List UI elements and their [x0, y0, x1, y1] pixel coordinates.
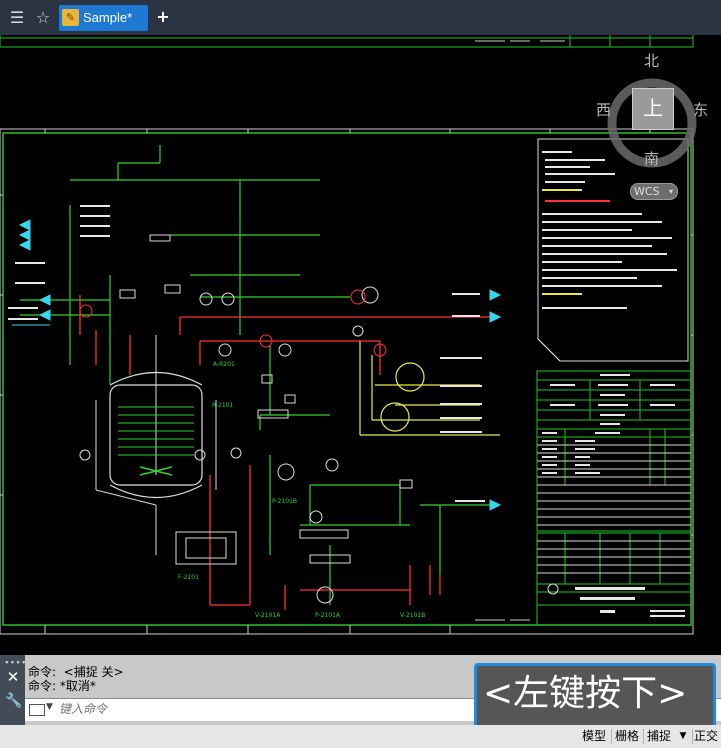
viewcube-west[interactable]: 西	[596, 99, 611, 120]
model-button[interactable]: 模型	[578, 725, 610, 748]
command-history-line: 命令: *取消*	[28, 679, 96, 693]
command-prompt-icon[interactable]	[29, 704, 45, 716]
close-icon[interactable]: ✕	[6, 669, 20, 685]
drawing-file-icon: ✎	[62, 9, 79, 26]
wcs-dropdown[interactable]: WCS ▾	[630, 183, 678, 200]
list-menu-icon[interactable]: ☰	[7, 8, 27, 28]
command-history-line: 命令: <捕捉 关>	[28, 665, 124, 679]
chevron-down-icon[interactable]: ▼	[676, 725, 690, 748]
equipment-label-p-2101a: P-2101A	[315, 612, 341, 619]
viewcube-east[interactable]: 东	[693, 99, 708, 120]
viewcube-north[interactable]: 北	[644, 50, 659, 71]
star-icon[interactable]: ☆	[33, 8, 53, 28]
document-tab-label: Sample*	[83, 10, 133, 25]
viewcube-south[interactable]: 南	[644, 148, 659, 169]
plus-icon[interactable]: +	[155, 9, 171, 25]
document-tab[interactable]: ✎ Sample*	[59, 5, 148, 31]
key-press-text: <左键按下>	[483, 673, 688, 714]
command-window-handle[interactable]: ∙∙∙∙∙ ✕ 🔧	[0, 655, 32, 725]
chevron-down-icon[interactable]: ▼	[46, 702, 53, 712]
snap-button[interactable]: 捕捉	[644, 725, 674, 748]
drawing-canvas[interactable]: A-R201 R-2101 P-2101B F-2101 V-2101A P-2…	[0, 35, 721, 655]
equipment-label-a-r201: A-R201	[213, 361, 235, 368]
wcs-label: WCS	[634, 185, 660, 198]
equipment-label-r-2101: R-2101	[212, 402, 234, 409]
equipment-label-v-2101b: V-2101B	[400, 612, 425, 619]
equipment-label-p-2101b: P-2101B	[272, 498, 297, 505]
status-bar: 模型 栅格 捕捉 ▼ 正交	[0, 725, 721, 748]
ortho-button[interactable]: 正交	[694, 725, 721, 748]
key-press-overlay: <左键按下>	[474, 663, 716, 729]
command-history: 命令: <捕捉 关> 命令: *取消*	[28, 665, 124, 693]
equipment-label-v-2101a: V-2101A	[255, 612, 281, 619]
grid-button[interactable]: 栅格	[612, 725, 642, 748]
equipment-label-f-2101: F-2101	[178, 574, 199, 581]
chevron-down-icon: ▾	[668, 187, 673, 196]
wrench-icon[interactable]: 🔧	[5, 693, 22, 709]
title-bar: ☰ ☆ ✎ Sample* +	[0, 0, 721, 35]
command-input[interactable]	[59, 701, 489, 717]
pid-drawing: A-R201 R-2101 P-2101B F-2101 V-2101A P-2…	[0, 35, 697, 635]
grip-icon[interactable]: ∙∙∙∙∙	[4, 659, 32, 668]
viewcube-top-face[interactable]: 上	[632, 88, 674, 130]
